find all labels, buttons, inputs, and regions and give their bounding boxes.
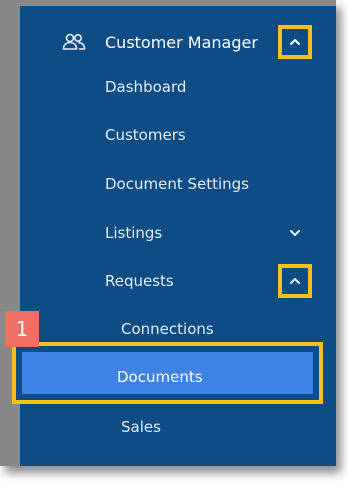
screenshot-frame: Customer Manager Dashboard Customers Doc… <box>0 0 336 466</box>
sidebar-item-label: Customers <box>105 126 186 144</box>
expand-toggle-button[interactable] <box>287 225 303 241</box>
chevron-down-icon <box>290 230 300 236</box>
sidebar-subitem-sales[interactable]: Sales <box>20 403 336 451</box>
sidebar-item-label: Requests <box>105 272 174 290</box>
sidebar-item-customers[interactable]: Customers <box>20 111 336 159</box>
sidebar-item-dashboard[interactable]: Dashboard <box>20 63 336 111</box>
sidebar-item-label: Customer Manager <box>105 32 258 52</box>
sidebar-item-label: Dashboard <box>105 78 187 96</box>
sidebar-item-listings[interactable]: Listings <box>20 209 336 257</box>
sidebar-item-requests[interactable]: Requests <box>20 257 336 305</box>
step-number-badge: 1 <box>5 311 39 347</box>
users-icon <box>62 33 86 50</box>
sidebar-item-label: Document Settings <box>105 175 250 193</box>
sidebar-item-document-settings[interactable]: Document Settings <box>20 160 336 208</box>
sidebar-item-label: Listings <box>105 224 163 242</box>
collapse-toggle-button[interactable] <box>278 25 312 59</box>
chevron-up-icon <box>290 278 300 284</box>
sidebar-item-customer-manager[interactable]: Customer Manager <box>20 18 336 66</box>
sidebar-subitem-documents[interactable]: Documents <box>12 342 323 404</box>
collapse-toggle-button[interactable] <box>278 264 312 298</box>
chevron-up-icon <box>290 39 300 45</box>
sidebar-item-label: Documents <box>117 368 203 386</box>
sidebar-item-label: Sales <box>121 418 161 436</box>
sidebar-item-label: Connections <box>121 320 214 338</box>
